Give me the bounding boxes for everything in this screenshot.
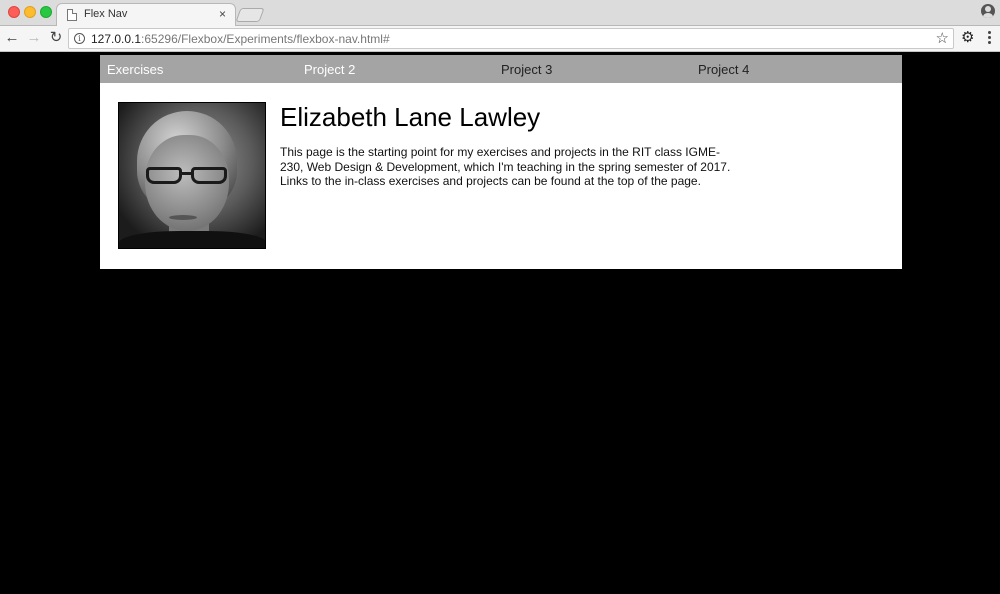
maximize-window-button[interactable] (40, 6, 52, 18)
intro-paragraph: This page is the starting point for my e… (280, 145, 731, 188)
back-arrow-icon[interactable]: ← (3, 29, 21, 47)
profile-photo (118, 102, 266, 249)
page-viewport: Exercises Project 2 Project 3 Project 4 … (0, 53, 1000, 594)
address-bar[interactable]: i 127.0.0.1:65296/Flexbox/Experiments/fl… (68, 28, 954, 49)
tab-close-icon[interactable]: × (219, 7, 226, 21)
forward-arrow-icon[interactable]: → (25, 29, 43, 47)
star-icon[interactable]: ☆ (936, 29, 949, 48)
browser-tab-strip: Flex Nav × (0, 0, 1000, 27)
close-window-button[interactable] (8, 6, 20, 18)
browser-tab[interactable]: Flex Nav × (56, 3, 236, 27)
nav-link-project-4[interactable]: Project 4 (691, 55, 888, 83)
nav-link-project-3[interactable]: Project 3 (494, 55, 691, 83)
url-text[interactable]: 127.0.0.1:65296/Flexbox/Experiments/flex… (91, 32, 390, 46)
url-host: 127.0.0.1 (91, 32, 142, 46)
site-nav: Exercises Project 2 Project 3 Project 4 (100, 55, 902, 83)
menu-icon[interactable] (984, 30, 994, 46)
page-icon (67, 9, 77, 21)
new-tab-button[interactable] (235, 8, 265, 22)
extension-icon[interactable]: ⚙ (961, 30, 974, 46)
nav-link-exercises[interactable]: Exercises (100, 55, 297, 83)
profile-icon[interactable] (981, 4, 995, 18)
content-container: Exercises Project 2 Project 3 Project 4 … (98, 53, 904, 271)
info-icon[interactable]: i (74, 33, 85, 44)
tab-title: Flex Nav (84, 8, 128, 20)
browser-toolbar: ← → ↻ i 127.0.0.1:65296/Flexbox/Experime… (0, 26, 1000, 52)
url-path: :65296/Flexbox/Experiments/flexbox-nav.h… (141, 32, 390, 46)
page-title: Elizabeth Lane Lawley (280, 102, 541, 132)
nav-link-project-2[interactable]: Project 2 (297, 55, 494, 83)
minimize-window-button[interactable] (24, 6, 36, 18)
reload-icon[interactable]: ↻ (47, 29, 65, 47)
